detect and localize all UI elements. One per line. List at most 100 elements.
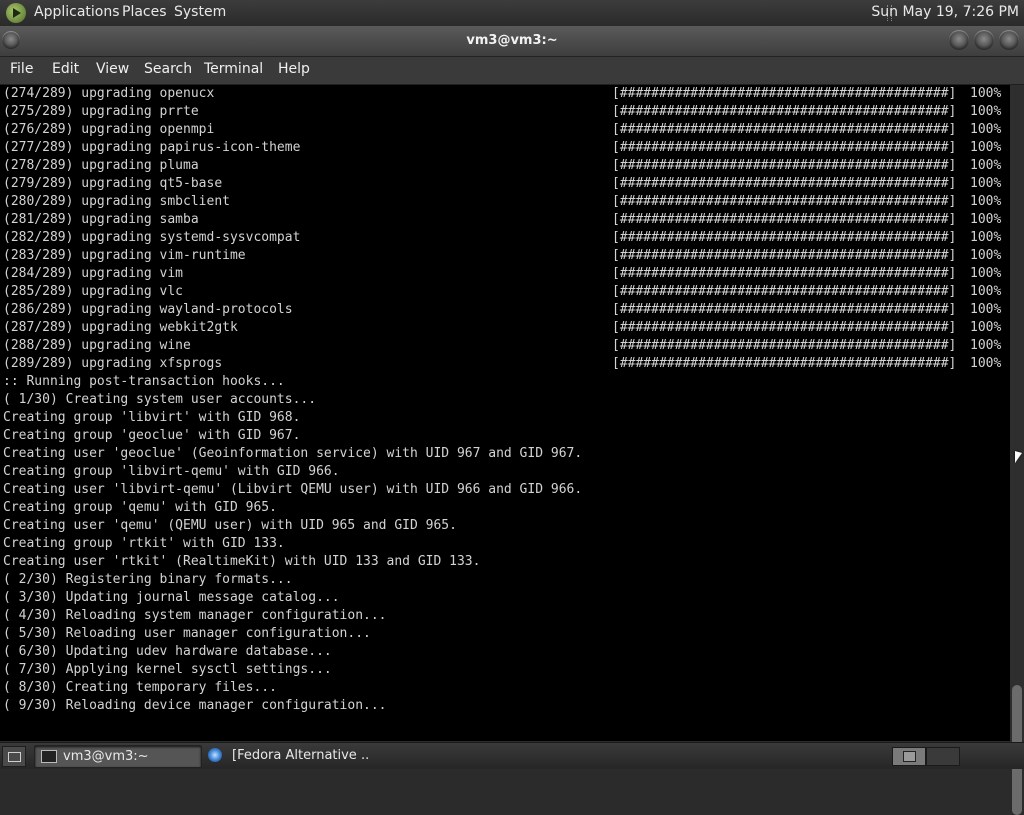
progress-bar-text: [#######################################… bbox=[612, 104, 957, 119]
terminal-line: Creating group 'rtkit' with GID 133. bbox=[3, 536, 285, 551]
applications-menu[interactable]: Applications bbox=[34, 4, 120, 20]
places-menu[interactable]: Places bbox=[122, 4, 167, 20]
terminal-progress-line: (278/289) upgrading pluma [##############… bbox=[3, 157, 1010, 175]
progress-bar-text: [#######################################… bbox=[612, 302, 957, 317]
terminal-line: ( 7/30) Applying kernel sysctl settings.… bbox=[3, 662, 332, 677]
terminal-line: ( 3/30) Updating journal message catalog… bbox=[3, 590, 340, 605]
terminal-scrollbar[interactable] bbox=[1010, 85, 1024, 815]
window-titlebar[interactable]: vm3@vm3:~ bbox=[0, 26, 1024, 57]
progress-percent: 100% bbox=[970, 194, 1002, 209]
terminal-text: (274/289) upgrading openucx [############… bbox=[0, 85, 1010, 715]
workspace-1[interactable] bbox=[892, 747, 926, 766]
terminal-progress-line: (274/289) upgrading openucx [############… bbox=[3, 85, 1010, 103]
terminal-progress-line: (284/289) upgrading vim [################… bbox=[3, 265, 1010, 283]
terminal-progress-line: (289/289) upgrading xfsprogs [###########… bbox=[3, 355, 1010, 373]
browser-icon bbox=[208, 748, 222, 762]
progress-text: (277/289) upgrading papirus-icon-theme bbox=[3, 140, 301, 155]
close-button[interactable] bbox=[999, 30, 1019, 50]
progress-text: (279/289) upgrading qt5-base bbox=[3, 176, 223, 191]
terminal-line: Creating group 'qemu' with GID 965. bbox=[3, 500, 277, 515]
terminal-line: ( 6/30) Updating udev hardware database.… bbox=[3, 644, 332, 659]
progress-text: (281/289) upgrading samba bbox=[3, 212, 199, 227]
terminal-line: ( 2/30) Registering binary formats... bbox=[3, 572, 293, 587]
progress-percent: 100% bbox=[970, 176, 1002, 191]
terminal-progress-line: (283/289) upgrading vim-runtime [########… bbox=[3, 247, 1010, 265]
terminal-line: ( 5/30) Reloading user manager configura… bbox=[3, 626, 371, 641]
progress-percent: 100% bbox=[970, 212, 1002, 227]
terminal-progress-line: (276/289) upgrading openmpi [############… bbox=[3, 121, 1010, 139]
terminal-line: ( 9/30) Reloading device manager configu… bbox=[3, 698, 387, 713]
progress-bar-text: [#######################################… bbox=[612, 266, 957, 281]
mouse-cursor-icon bbox=[1015, 451, 1022, 465]
progress-bar-text: [#######################################… bbox=[612, 86, 957, 101]
menu-edit[interactable]: Edit bbox=[52, 61, 79, 77]
progress-bar-text: [#######################################… bbox=[612, 230, 957, 245]
terminal-progress-line: (287/289) upgrading webkit2gtk [#########… bbox=[3, 319, 1010, 337]
progress-text: (280/289) upgrading smbclient bbox=[3, 194, 230, 209]
mate-logo-icon[interactable] bbox=[6, 3, 26, 23]
progress-percent: 100% bbox=[970, 230, 1002, 245]
top-panel: Applications Places System Sun May 19, 7… bbox=[0, 0, 1024, 26]
terminal-line: Creating group 'libvirt' with GID 968. bbox=[3, 410, 301, 425]
window-title: vm3@vm3:~ bbox=[466, 33, 558, 48]
menubar: File Edit View Search Terminal Help bbox=[0, 57, 1024, 85]
menu-file[interactable]: File bbox=[10, 61, 33, 77]
menu-help[interactable]: Help bbox=[278, 61, 310, 77]
terminal-progress-line: (288/289) upgrading wine [###############… bbox=[3, 337, 1010, 355]
progress-percent: 100% bbox=[970, 158, 1002, 173]
terminal-line: Creating user 'geoclue' (Geoinformation … bbox=[3, 446, 583, 461]
progress-bar-text: [#######################################… bbox=[612, 356, 957, 371]
progress-bar-text: [#######################################… bbox=[612, 212, 957, 227]
bottom-panel: vm3@vm3:~ [Fedora Alternative ... bbox=[0, 742, 1024, 769]
maximize-button[interactable] bbox=[974, 30, 994, 50]
terminal-line: ( 8/30) Creating temporary files... bbox=[3, 680, 277, 695]
progress-bar-text: [#######################################… bbox=[612, 320, 957, 335]
terminal-output[interactable]: (274/289) upgrading openucx [############… bbox=[0, 85, 1010, 741]
progress-bar-text: [#######################################… bbox=[612, 194, 957, 209]
progress-percent: 100% bbox=[970, 302, 1002, 317]
clock[interactable]: Sun May 19, 7:26 PM bbox=[871, 4, 1019, 20]
progress-text: (288/289) upgrading wine bbox=[3, 338, 191, 353]
menu-search[interactable]: Search bbox=[144, 61, 192, 77]
taskbar-item-label: [Fedora Alternative ... bbox=[232, 748, 368, 763]
progress-text: (284/289) upgrading vim bbox=[3, 266, 184, 281]
terminal-icon bbox=[41, 750, 57, 763]
terminal-progress-line: (282/289) upgrading systemd-sysvcompat [#… bbox=[3, 229, 1010, 247]
taskbar-item-terminal[interactable]: vm3@vm3:~ bbox=[34, 745, 202, 768]
menu-terminal[interactable]: Terminal bbox=[204, 61, 263, 77]
show-desktop-button[interactable] bbox=[2, 746, 26, 767]
taskbar-item-browser[interactable]: [Fedora Alternative ... bbox=[204, 745, 370, 766]
terminal-line: Creating user 'libvirt-qemu' (Libvirt QE… bbox=[3, 482, 583, 497]
progress-percent: 100% bbox=[970, 122, 1002, 137]
progress-bar-text: [#######################################… bbox=[612, 158, 957, 173]
progress-percent: 100% bbox=[970, 356, 1002, 371]
terminal-progress-line: (280/289) upgrading smbclient [##########… bbox=[3, 193, 1010, 211]
system-menu[interactable]: System bbox=[174, 4, 226, 20]
progress-text: (276/289) upgrading openmpi bbox=[3, 122, 215, 137]
progress-bar-text: [#######################################… bbox=[612, 338, 957, 353]
workspace-2[interactable] bbox=[926, 747, 960, 766]
terminal-line: ( 4/30) Reloading system manager configu… bbox=[3, 608, 387, 623]
progress-text: (289/289) upgrading xfsprogs bbox=[3, 356, 223, 371]
progress-text: (282/289) upgrading systemd-sysvcompat bbox=[3, 230, 301, 245]
menu-view[interactable]: View bbox=[96, 61, 129, 77]
progress-percent: 100% bbox=[970, 284, 1002, 299]
progress-bar-text: [#######################################… bbox=[612, 248, 957, 263]
progress-percent: 100% bbox=[970, 266, 1002, 281]
progress-text: (286/289) upgrading wayland-protocols bbox=[3, 302, 293, 317]
progress-percent: 100% bbox=[970, 140, 1002, 155]
progress-bar-text: [#######################################… bbox=[612, 284, 957, 299]
terminal-progress-line: (279/289) upgrading qt5-base [###########… bbox=[3, 175, 1010, 193]
progress-percent: 100% bbox=[970, 338, 1002, 353]
minimize-button[interactable] bbox=[949, 30, 969, 50]
progress-bar-text: [#######################################… bbox=[612, 122, 957, 137]
progress-bar-text: [#######################################… bbox=[612, 176, 957, 191]
terminal-line: Creating group 'geoclue' with GID 967. bbox=[3, 428, 301, 443]
terminal-line: Creating group 'libvirt-qemu' with GID 9… bbox=[3, 464, 340, 479]
terminal-progress-line: (275/289) upgrading prrte [##############… bbox=[3, 103, 1010, 121]
progress-percent: 100% bbox=[970, 86, 1002, 101]
progress-text: (287/289) upgrading webkit2gtk bbox=[3, 320, 238, 335]
terminal-line: Creating user 'qemu' (QEMU user) with UI… bbox=[3, 518, 457, 533]
progress-percent: 100% bbox=[970, 248, 1002, 263]
terminal-progress-line: (277/289) upgrading papirus-icon-theme [#… bbox=[3, 139, 1010, 157]
